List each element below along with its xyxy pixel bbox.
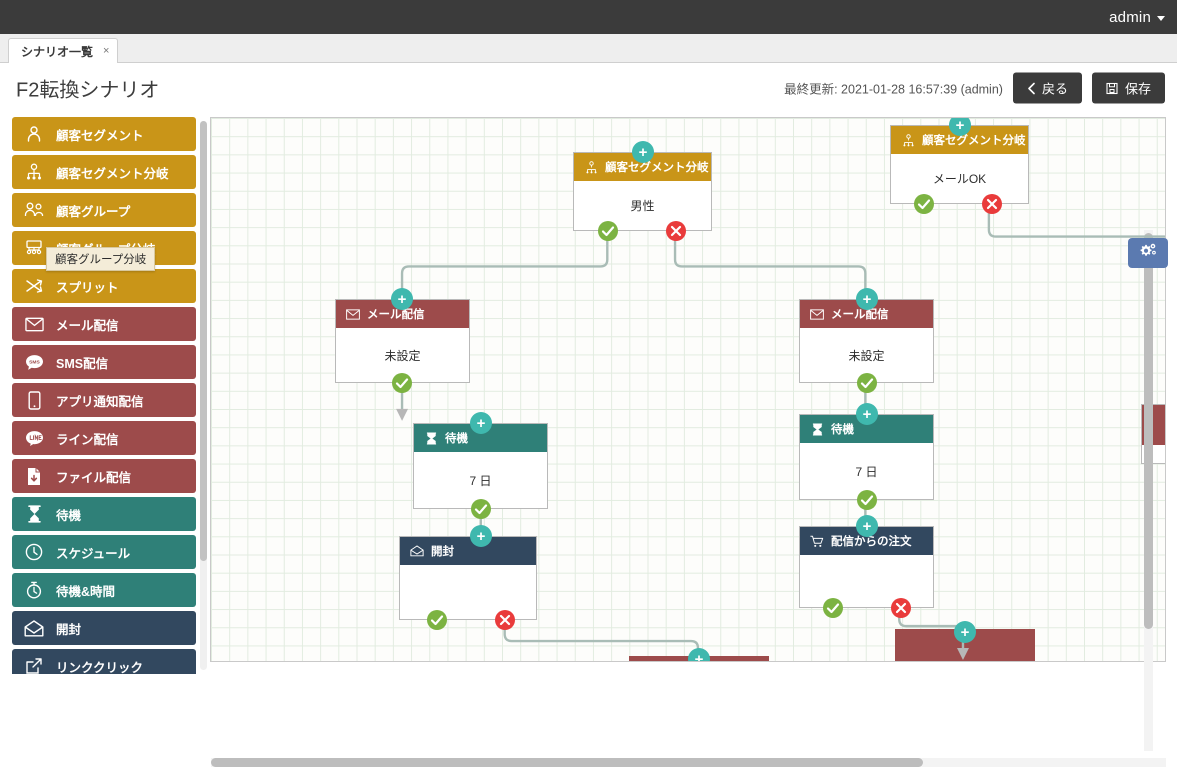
palette-item-label: ライン配信 [56,429,119,448]
tab-strip: シナリオ一覧 × [0,34,1177,63]
palette-item-0[interactable]: 顧客セグメント [12,117,196,151]
top-bar: admin [0,0,1177,34]
save-button[interactable]: 保存 [1092,73,1165,104]
failure-port[interactable] [981,193,1003,215]
open-envelope-icon [24,618,44,638]
palette-item-label: スケジュール [56,543,130,562]
save-disk-icon [1106,82,1118,94]
canvas-content: 顧客セグメント分岐 男性 + 顧客セグメント分岐 メールOK [211,118,1165,661]
line-chat-icon [24,428,44,448]
close-icon[interactable]: × [103,46,109,57]
success-port[interactable] [822,597,844,619]
clock-icon [24,542,44,562]
success-port[interactable] [391,372,413,394]
last-update-text: 最終更新: 2021-01-28 16:57:39 (admin) [784,79,1003,98]
palette-item-label: 待機 [56,505,81,524]
palette-item-8[interactable]: ライン配信 [12,421,196,455]
success-port[interactable] [856,372,878,394]
palette-item-9[interactable]: ファイル配信 [12,459,196,493]
palette-item-label: アプリ通知配信 [56,391,144,410]
settings-button[interactable] [1128,238,1168,268]
add-connector-port[interactable]: + [470,525,492,547]
envelope-icon [24,314,44,334]
success-port[interactable] [597,220,619,242]
add-connector-port[interactable]: + [391,288,413,310]
canvas-hscrollbar-thumb[interactable] [211,758,923,767]
palette-item-label: スプリット [56,277,119,296]
palette-item-13[interactable]: 開封 [12,611,196,645]
failure-port[interactable] [665,220,687,242]
success-port[interactable] [470,498,492,520]
success-port[interactable] [426,609,448,631]
page-title: F2転換シナリオ [16,74,159,103]
user-name: admin [1109,9,1151,26]
palette-item-label: ファイル配信 [56,467,131,486]
palette-item-5[interactable]: メール配信 [12,307,196,341]
palette-item-label: SMS配信 [56,353,108,372]
success-port[interactable] [913,193,935,215]
connector-links [211,118,1165,661]
tab-scenario-list[interactable]: シナリオ一覧 × [8,38,118,64]
palette-item-label: リンククリック [56,657,143,675]
scenario-canvas[interactable]: 顧客セグメント分岐 男性 + 顧客セグメント分岐 メールOK [210,117,1166,662]
people-branch-icon [24,238,44,258]
back-button[interactable]: 戻る [1013,73,1082,104]
palette-item-label: 顧客セグメント分岐 [56,163,169,182]
palette-item-10[interactable]: 待機 [12,497,196,531]
add-connector-port[interactable]: + [856,403,878,425]
add-connector-port[interactable]: + [856,288,878,310]
tab-label: シナリオ一覧 [21,43,93,60]
link-click-icon [24,656,44,674]
palette-item-1[interactable]: 顧客セグメント分岐 [12,155,196,189]
person-branch-icon [24,162,44,182]
palette-tooltip: 顧客グループ分岐 [46,247,155,271]
split-icon [24,276,44,296]
add-connector-port[interactable]: + [954,621,976,643]
failure-port[interactable] [494,609,516,631]
add-connector-port[interactable]: + [632,141,654,163]
add-connector-port[interactable]: + [856,515,878,537]
svg-text:SMS: SMS [29,359,40,365]
back-button-label: 戻る [1042,79,1068,98]
palette-item-label: 顧客グループ [56,201,130,220]
people-icon [24,200,44,220]
node-palette: 顧客セグメント顧客セグメント分岐顧客グループ顧客グループ分岐スプリットメール配信… [12,117,196,674]
palette-scrollbar-thumb[interactable] [200,121,207,561]
palette-item-label: 待機&時間 [56,581,115,600]
stopwatch-icon [24,580,44,600]
sms-bubble-icon: SMS [24,352,44,372]
header-actions: 最終更新: 2021-01-28 16:57:39 (admin) 戻る 保存 [784,73,1165,104]
failure-port[interactable] [890,597,912,619]
user-menu[interactable]: admin [1109,9,1165,26]
save-button-label: 保存 [1125,79,1151,98]
success-port[interactable] [856,489,878,511]
palette-item-11[interactable]: スケジュール [12,535,196,569]
chevron-down-icon [1157,16,1165,21]
palette-item-label: メール配信 [56,315,119,334]
hourglass-icon [24,504,44,524]
palette-scrollbar-track[interactable] [200,121,207,670]
chevron-left-icon [1027,82,1035,94]
mobile-icon [24,390,44,410]
body-area: 顧客セグメント顧客セグメント分岐顧客グループ顧客グループ分岐スプリットメール配信… [0,113,1177,674]
palette-item-2[interactable]: 顧客グループ [12,193,196,227]
file-download-icon [24,466,44,486]
palette-item-14[interactable]: リンククリック [12,649,196,674]
palette-item-label: 顧客セグメント [56,125,144,144]
palette-item-4[interactable]: スプリット [12,269,196,303]
palette-item-12[interactable]: 待機&時間 [12,573,196,607]
palette-item-7[interactable]: アプリ通知配信 [12,383,196,417]
page-header: F2転換シナリオ 最終更新: 2021-01-28 16:57:39 (admi… [0,63,1177,113]
gears-icon [1138,242,1158,265]
palette-item-6[interactable]: SMS SMS配信 [12,345,196,379]
add-connector-port[interactable]: + [470,412,492,434]
palette-item-label: 開封 [56,619,81,638]
person-icon [24,124,44,144]
